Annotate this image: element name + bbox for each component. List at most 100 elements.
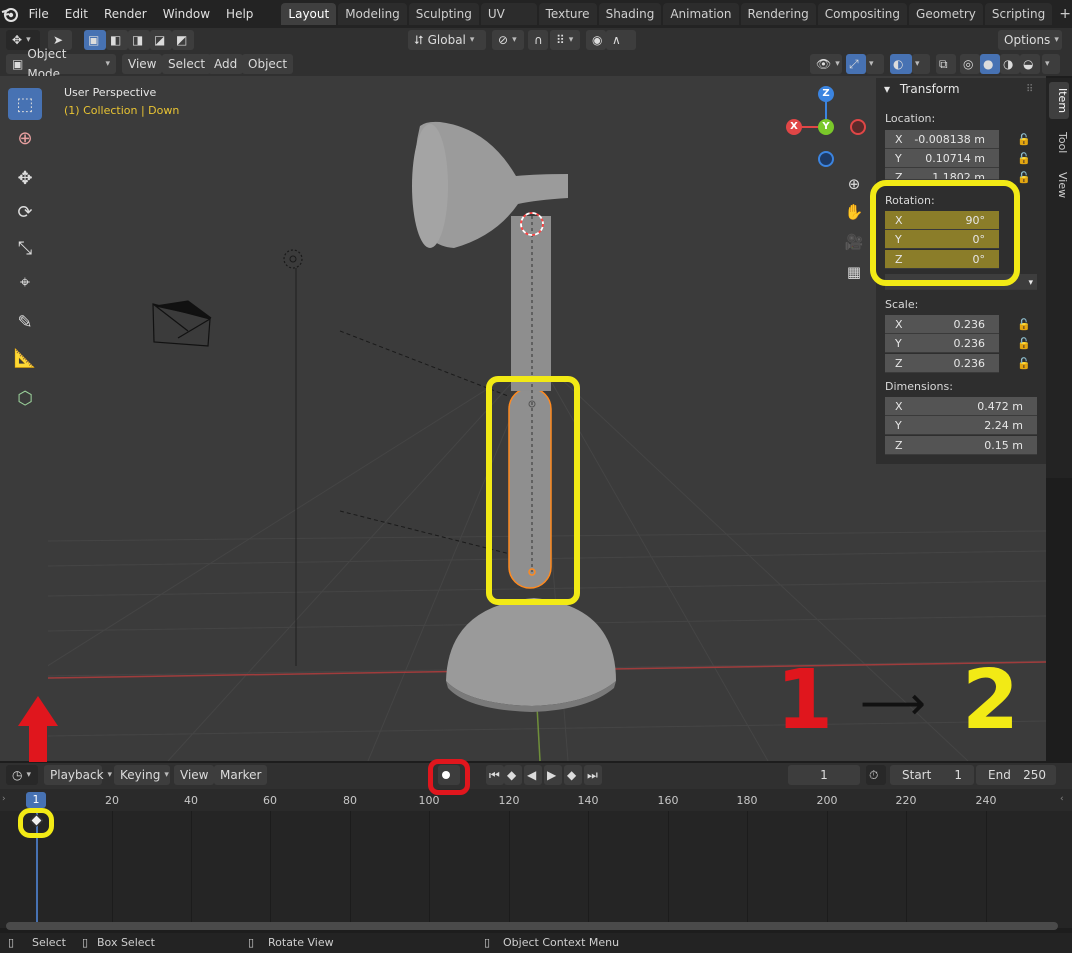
- lock-icon[interactable]: 🔓: [1017, 171, 1031, 184]
- dimensions-x-field[interactable]: X 0.472 m: [885, 397, 1037, 416]
- gizmo-z-axis[interactable]: Z: [818, 86, 834, 102]
- perspective-toggle-button[interactable]: ▦: [842, 260, 866, 284]
- tab-rendering[interactable]: Rendering: [740, 3, 816, 25]
- scale-tool[interactable]: ⤡: [8, 232, 42, 264]
- play-button[interactable]: ▶: [544, 765, 562, 785]
- cursor-tool[interactable]: ⊕: [8, 122, 42, 154]
- playback-menu[interactable]: Playback ▾: [44, 765, 112, 785]
- add-workspace-button[interactable]: +: [1058, 6, 1072, 22]
- proportional-falloff-dropdown[interactable]: ∧: [606, 30, 636, 50]
- add-cube-tool[interactable]: ⬡: [8, 382, 42, 414]
- tab-layout[interactable]: Layout: [281, 3, 337, 25]
- tab-modeling[interactable]: Modeling: [338, 3, 407, 25]
- timeline-keyframe-area[interactable]: [0, 811, 1072, 928]
- start-frame-field[interactable]: Start 1: [890, 765, 974, 785]
- shading-wireframe-button[interactable]: ◎: [960, 54, 980, 74]
- location-x-field[interactable]: X -0.008138 m: [885, 130, 999, 149]
- move-tool[interactable]: ✥: [8, 162, 42, 194]
- transform-orientation-dropdown[interactable]: ⮃ Global ▾: [408, 30, 486, 50]
- marker-menu[interactable]: Marker: [214, 765, 268, 785]
- select-box-tool[interactable]: ⬚: [8, 88, 42, 120]
- gizmo-toggle[interactable]: ⤢: [846, 54, 866, 74]
- lock-icon[interactable]: 🔓: [1017, 318, 1031, 331]
- tab-scripting[interactable]: Scripting: [984, 3, 1053, 25]
- snap-toggle[interactable]: ∩: [528, 30, 548, 50]
- camera-object-icon[interactable]: [152, 300, 212, 347]
- object-mode-dropdown[interactable]: ▣ Object Mode ▾: [6, 47, 116, 81]
- lock-icon[interactable]: 🔓: [1017, 152, 1031, 165]
- measure-tool[interactable]: 📐: [8, 342, 42, 374]
- scale-x-field[interactable]: X 0.236: [885, 315, 999, 334]
- menu-window[interactable]: Window: [155, 0, 218, 28]
- gizmo-neg-x-axis[interactable]: [850, 119, 866, 135]
- timeline-scrollbar[interactable]: [6, 922, 1058, 930]
- region-expand-icon[interactable]: ‹: [1060, 794, 1064, 804]
- tab-uv-editing[interactable]: UV Editing: [480, 3, 537, 43]
- current-frame-field[interactable]: 1: [788, 765, 860, 785]
- visibility-dropdown[interactable]: 👁 ▾: [810, 54, 842, 74]
- tab-geometry-nodes[interactable]: Geometry Nodes: [909, 3, 983, 43]
- shading-dropdown[interactable]: ▾: [1042, 54, 1060, 74]
- drag-handle-icon[interactable]: ⠿: [1026, 84, 1033, 95]
- options-dropdown[interactable]: Options ▾: [998, 30, 1062, 50]
- transform-section-header[interactable]: ▾ Transform: [884, 82, 960, 96]
- jump-end-button[interactable]: ⏭: [584, 765, 602, 785]
- scale-y-field[interactable]: Y 0.236: [885, 334, 999, 353]
- navigation-gizmo[interactable]: Z Y X: [783, 86, 866, 167]
- lamp-base[interactable]: [446, 598, 616, 706]
- timeline-editor-type-dropdown[interactable]: ◷ ▾: [6, 765, 38, 785]
- overlays-dropdown[interactable]: ▾: [912, 54, 930, 74]
- lock-icon[interactable]: 🔓: [1017, 357, 1031, 370]
- overlays-toggle[interactable]: ◐: [890, 54, 912, 74]
- prev-keyframe-button[interactable]: ◆: [504, 765, 522, 785]
- scale-z-field[interactable]: Z 0.236: [885, 354, 999, 373]
- light-object-icon[interactable]: [283, 249, 303, 269]
- lamp-upper-arm[interactable]: [511, 216, 551, 391]
- tab-shading[interactable]: Shading: [598, 3, 662, 25]
- lock-icon[interactable]: 🔓: [1017, 337, 1031, 350]
- pan-view-button[interactable]: ✋: [842, 200, 866, 224]
- preview-range-toggle[interactable]: ⏱: [866, 765, 886, 785]
- location-y-field[interactable]: Y 0.10714 m: [885, 149, 999, 168]
- view-menu[interactable]: View: [122, 54, 163, 74]
- dimensions-y-field[interactable]: Y 2.24 m: [885, 416, 1037, 435]
- pivot-point-dropdown[interactable]: ⊘ ▾: [492, 30, 524, 50]
- select-mode-intersect-button[interactable]: ◩: [172, 30, 194, 50]
- proportional-edit-toggle[interactable]: ◉: [586, 30, 606, 50]
- shading-rendered-button[interactable]: ◒: [1020, 54, 1040, 74]
- shading-solid-button[interactable]: ●: [980, 54, 1000, 74]
- play-reverse-button[interactable]: ◀: [524, 765, 542, 785]
- transform-tool[interactable]: ⌖: [8, 266, 42, 298]
- gizmo-neg-z-axis[interactable]: [818, 151, 834, 167]
- add-menu[interactable]: Add: [208, 54, 244, 74]
- tab-compositing[interactable]: Compositing: [817, 3, 908, 25]
- select-mode-subtract-button[interactable]: ◨: [128, 30, 150, 50]
- tab-sculpting[interactable]: Sculpting: [408, 3, 479, 25]
- end-frame-field[interactable]: End 250: [976, 765, 1056, 785]
- shading-material-button[interactable]: ◑: [1000, 54, 1020, 74]
- gizmo-dropdown[interactable]: ▾: [866, 54, 884, 74]
- select-mode-extend-button[interactable]: ◧: [106, 30, 128, 50]
- next-keyframe-button[interactable]: ◆: [564, 765, 582, 785]
- tab-animation[interactable]: Animation: [663, 3, 739, 25]
- gizmo-x-axis[interactable]: X: [786, 119, 802, 135]
- lock-icon[interactable]: 🔓: [1017, 133, 1031, 146]
- location-z-field[interactable]: Z 1.1802 m: [885, 168, 999, 180]
- menu-render[interactable]: Render: [96, 0, 155, 28]
- snap-target-dropdown[interactable]: ⠿ ▾: [550, 30, 580, 50]
- dimensions-z-field[interactable]: Z 0.15 m: [885, 436, 1037, 455]
- timeline-ruler[interactable]: 1 20 40 60 80 100 120 140 160 180 200 22…: [0, 789, 1072, 811]
- select-menu[interactable]: Select: [162, 54, 212, 74]
- tab-texture-paint[interactable]: Texture Paint: [538, 3, 597, 43]
- keying-menu[interactable]: Keying ▾: [114, 765, 170, 785]
- tab-tool[interactable]: Tool: [1049, 126, 1069, 159]
- camera-view-button[interactable]: 🎥: [842, 230, 866, 254]
- blender-logo-icon[interactable]: [0, 0, 21, 28]
- playhead-frame-indicator[interactable]: 1: [26, 792, 46, 808]
- menu-file[interactable]: File: [21, 0, 57, 28]
- select-mode-invert-button[interactable]: ◪: [150, 30, 172, 50]
- gizmo-y-axis[interactable]: Y: [818, 119, 834, 135]
- menu-help[interactable]: Help: [218, 0, 261, 28]
- tab-view[interactable]: View: [1049, 166, 1069, 204]
- timeline-view-menu[interactable]: View: [174, 765, 215, 785]
